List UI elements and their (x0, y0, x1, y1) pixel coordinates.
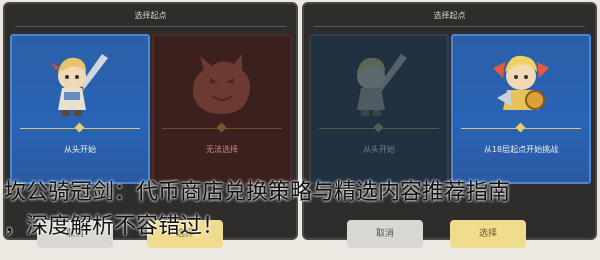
card-label: 无法选择 (206, 145, 238, 154)
card-label: 从头开始 (64, 145, 96, 154)
cancel-button[interactable]: 取消 (347, 220, 423, 248)
dark-beast-hero-icon (193, 54, 250, 114)
dialog-title: 选择起点 (433, 11, 466, 20)
knight-hero-icon (50, 54, 108, 116)
start-from-beginning-card[interactable]: 从头开始 (309, 34, 449, 184)
start-from-beginning-card[interactable]: 从头开始 (10, 34, 150, 184)
start-from-floor-18-card[interactable]: 从18层起点开始挑战 (451, 34, 591, 184)
locked-start-card[interactable]: 无法选择 (152, 34, 292, 184)
diamond-ornament-icon (373, 122, 384, 133)
title-divider (15, 26, 286, 27)
select-button[interactable]: 选择 (450, 220, 526, 248)
card-label: 从18层起点开始挑战 (483, 145, 559, 154)
dialog-title: 选择起点 (134, 11, 167, 20)
card-label: 从头开始 (363, 145, 395, 154)
diamond-ornament-icon (216, 122, 227, 133)
article-title-line-2: ，深度解析不容错过！ (4, 214, 225, 239)
diamond-ornament-icon (74, 122, 85, 133)
golden-knight-hero-icon (493, 55, 549, 110)
title-divider (314, 26, 585, 27)
article-title-line-1: 坎公骑冠剑：代币商店兑换策略与精选内容推荐指南 (4, 180, 511, 205)
knight-hero-icon (357, 54, 407, 116)
diamond-ornament-icon (515, 122, 526, 133)
